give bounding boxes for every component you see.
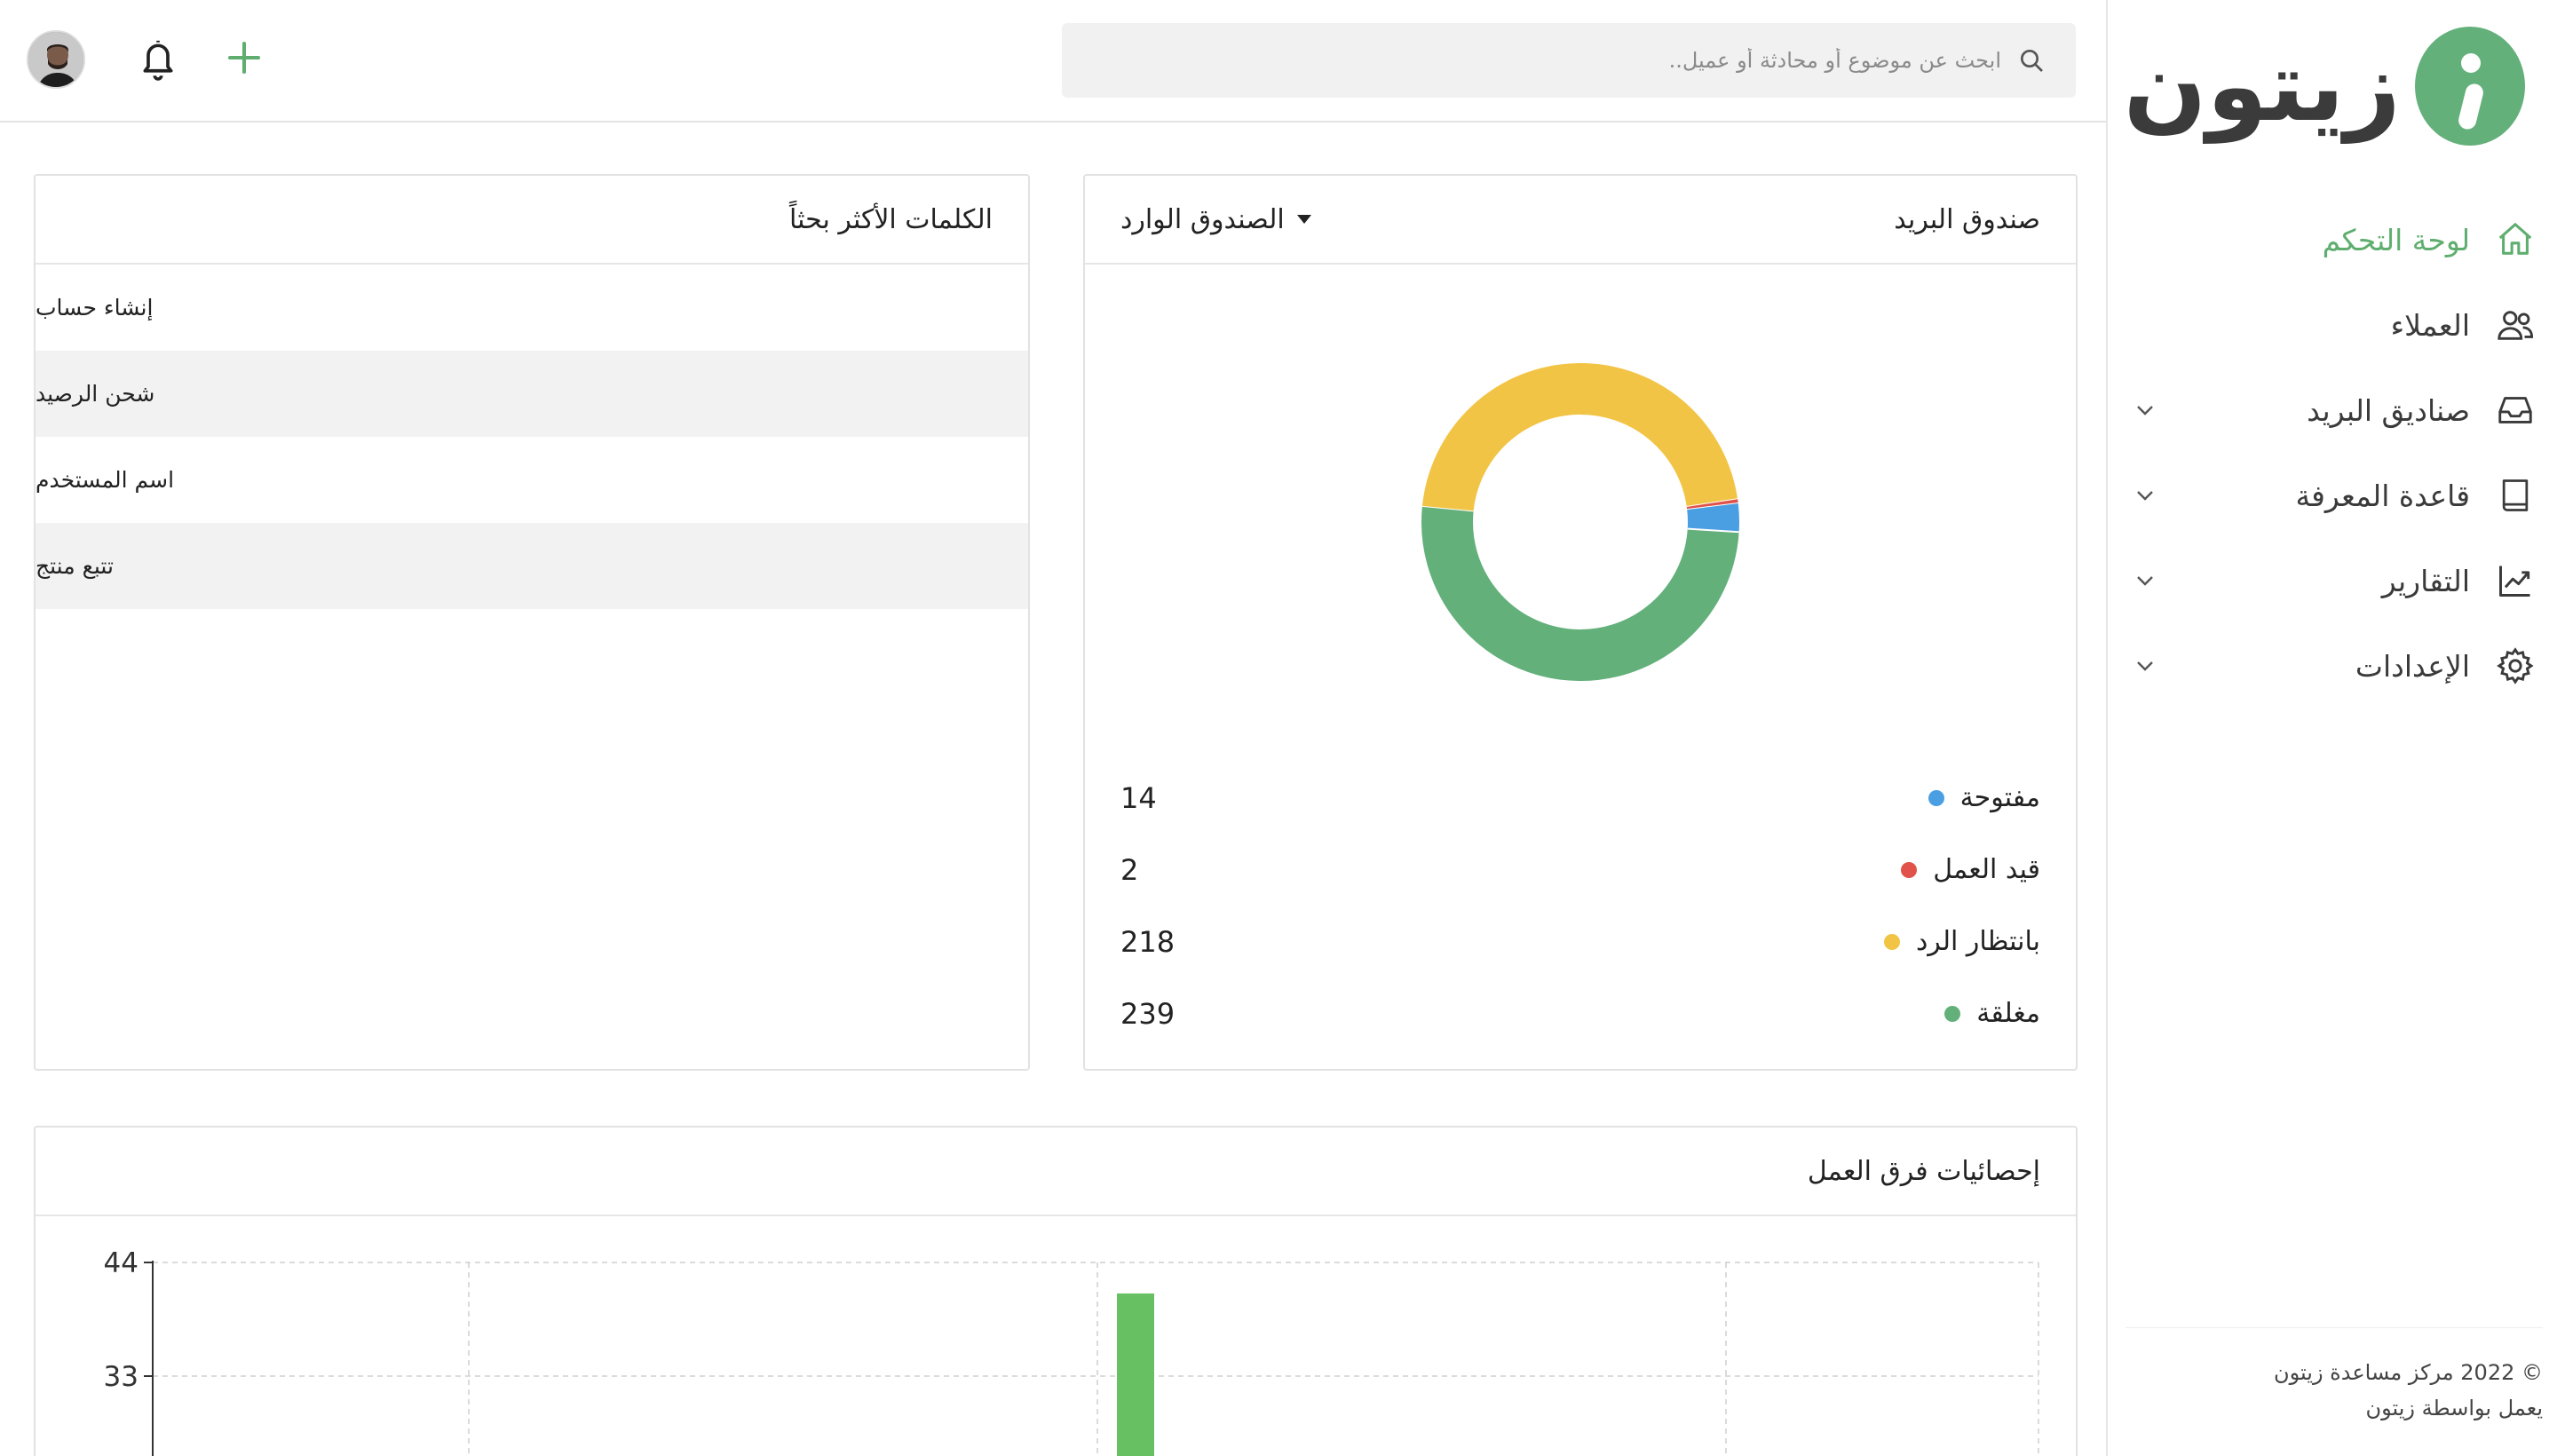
donut-svg bbox=[1421, 363, 1739, 681]
legend-label: مغلقة bbox=[1944, 998, 2040, 1029]
donut-slice[interactable] bbox=[1421, 506, 1739, 681]
sidebar-item-reports[interactable]: التقارير bbox=[2106, 538, 2557, 623]
legend-dot bbox=[1901, 861, 1918, 878]
sidebar-item-label: لوحة التحكم bbox=[2322, 222, 2470, 257]
legend-value: 14 bbox=[1120, 780, 1157, 815]
topbar bbox=[0, 0, 2106, 123]
donut-slice[interactable] bbox=[1421, 363, 1738, 512]
legend-row[interactable]: قيد العمل 2 bbox=[1120, 834, 2040, 906]
status-legend: مفتوحة 14 قيد العمل 2 بانتظار الرد 218 مغلقة 23… bbox=[1120, 762, 2040, 1049]
legend-value: 239 bbox=[1120, 996, 1176, 1031]
card-header: صندوق البريد الصندوق الوارد bbox=[1085, 176, 2076, 265]
legend-dot bbox=[1883, 933, 1900, 950]
keyword-item[interactable]: اسم المستخدم bbox=[36, 437, 1028, 523]
legend-text: مفتوحة bbox=[1959, 782, 2040, 813]
sidebar-item-settings[interactable]: الإعدادات bbox=[2106, 623, 2557, 708]
inbox-icon bbox=[2493, 388, 2537, 432]
legend-row[interactable]: بانتظار الرد 218 bbox=[1120, 906, 2040, 977]
user-avatar-icon bbox=[28, 32, 83, 87]
sidebar-item-customers[interactable]: العملاء bbox=[2106, 282, 2557, 368]
mailbox-stats-card: صندوق البريد الصندوق الوارد مفتوحة 14 قيد … bbox=[1083, 174, 2078, 1071]
search-icon[interactable] bbox=[2014, 43, 2049, 78]
card-header: إحصائيات فرق العمل bbox=[36, 1128, 2076, 1216]
mailbox-select[interactable]: الصندوق الوارد bbox=[1120, 204, 1311, 235]
legend-dot bbox=[1928, 789, 1944, 806]
sidebar-item-knowledge-base[interactable]: قاعدة المعرفة bbox=[2106, 453, 2557, 538]
y-tick-label: 33 bbox=[104, 1361, 139, 1393]
chevron-down-icon[interactable] bbox=[2131, 481, 2159, 510]
plus-icon bbox=[228, 42, 260, 74]
legend-value: 2 bbox=[1120, 852, 1139, 887]
chevron-down-icon[interactable] bbox=[2131, 396, 2159, 424]
legend-label: قيد العمل bbox=[1901, 854, 2040, 885]
users-icon bbox=[2493, 303, 2537, 347]
add-button[interactable] bbox=[222, 36, 266, 80]
avatar[interactable] bbox=[27, 30, 85, 89]
sidebar-item-label: التقارير bbox=[2381, 563, 2470, 598]
chevron-down-icon[interactable] bbox=[2131, 566, 2159, 595]
sidebar-item-dashboard[interactable]: لوحة التحكم bbox=[2106, 197, 2557, 282]
mailbox-select-value: الصندوق الوارد bbox=[1120, 203, 1285, 235]
sidebar: زيتون لوحة التحكم العملاء صناديق البريد bbox=[2106, 0, 2557, 1456]
keyword-item[interactable]: شحن الرصيد bbox=[36, 351, 1028, 437]
legend-text: مغلقة bbox=[1976, 998, 2040, 1029]
top-keywords-card: الكلمات الأكثر بحثاً إنشاء حساب شحن الرص… bbox=[34, 174, 1030, 1071]
sidebar-item-label: العملاء bbox=[2390, 307, 2470, 343]
search-bar bbox=[1062, 23, 2076, 98]
sidebar-nav: لوحة التحكم العملاء صناديق البريد قاعدة … bbox=[2106, 197, 2557, 708]
y-tick-label: 44 bbox=[104, 1247, 139, 1279]
keyword-item[interactable]: تتبع منتج bbox=[36, 523, 1028, 609]
sidebar-item-label: قاعدة المعرفة bbox=[2295, 478, 2470, 513]
legend-text: بانتظار الرد bbox=[1915, 926, 2040, 957]
legend-label: مفتوحة bbox=[1928, 782, 2040, 813]
card-title: صندوق البريد bbox=[1894, 203, 2040, 235]
status-donut-chart bbox=[1412, 353, 1749, 691]
sidebar-item-label: صناديق البريد bbox=[2307, 392, 2470, 428]
card-header: الكلمات الأكثر بحثاً bbox=[36, 176, 1028, 265]
chevron-down-icon[interactable] bbox=[2131, 652, 2159, 680]
legend-label: بانتظار الرد bbox=[1883, 926, 2040, 957]
team-stats-card: إحصائيات فرق العمل 33 44 bbox=[34, 1126, 2078, 1456]
chart-line-icon bbox=[2493, 558, 2537, 603]
keyword-item[interactable]: إنشاء حساب bbox=[36, 265, 1028, 351]
legend-row[interactable]: مفتوحة 14 bbox=[1120, 762, 2040, 834]
legend-row[interactable]: مغلقة 239 bbox=[1120, 977, 2040, 1049]
caret-down-icon bbox=[1296, 215, 1311, 224]
home-icon bbox=[2493, 218, 2537, 262]
copyright-text: © 2022 مركز مساعدة زيتون bbox=[2274, 1360, 2543, 1385]
book-icon bbox=[2493, 473, 2537, 518]
legend-value: 218 bbox=[1120, 924, 1176, 959]
brand-logo[interactable]: زيتون bbox=[2124, 25, 2525, 147]
logo-text: زيتون bbox=[2123, 29, 2401, 143]
card-title: إحصائيات فرق العمل bbox=[1807, 1155, 2040, 1187]
legend-text: قيد العمل bbox=[1933, 854, 2040, 885]
legend-dot bbox=[1944, 1005, 1961, 1022]
donut-slice[interactable] bbox=[1687, 502, 1739, 533]
gear-icon bbox=[2493, 644, 2537, 688]
keywords-list: إنشاء حساب شحن الرصيد اسم المستخدم تتبع … bbox=[36, 265, 1028, 609]
powered-by-text[interactable]: يعمل بواسطة زيتون bbox=[2126, 1390, 2543, 1426]
team-bar-chart: 33 44 bbox=[104, 1247, 2039, 1456]
logo-icon bbox=[2415, 27, 2525, 146]
search-input[interactable] bbox=[1078, 34, 2001, 87]
card-title: الكلمات الأكثر بحثاً bbox=[788, 203, 993, 235]
sidebar-item-label: الإعدادات bbox=[2355, 648, 2470, 684]
sidebar-footer: © 2022 مركز مساعدة زيتون يعمل بواسطة زيت… bbox=[2126, 1327, 2543, 1426]
sidebar-item-mailboxes[interactable]: صناديق البريد bbox=[2106, 368, 2557, 453]
notifications-button[interactable] bbox=[135, 32, 181, 85]
bar bbox=[1117, 1293, 1154, 1456]
bell-icon bbox=[143, 40, 173, 81]
